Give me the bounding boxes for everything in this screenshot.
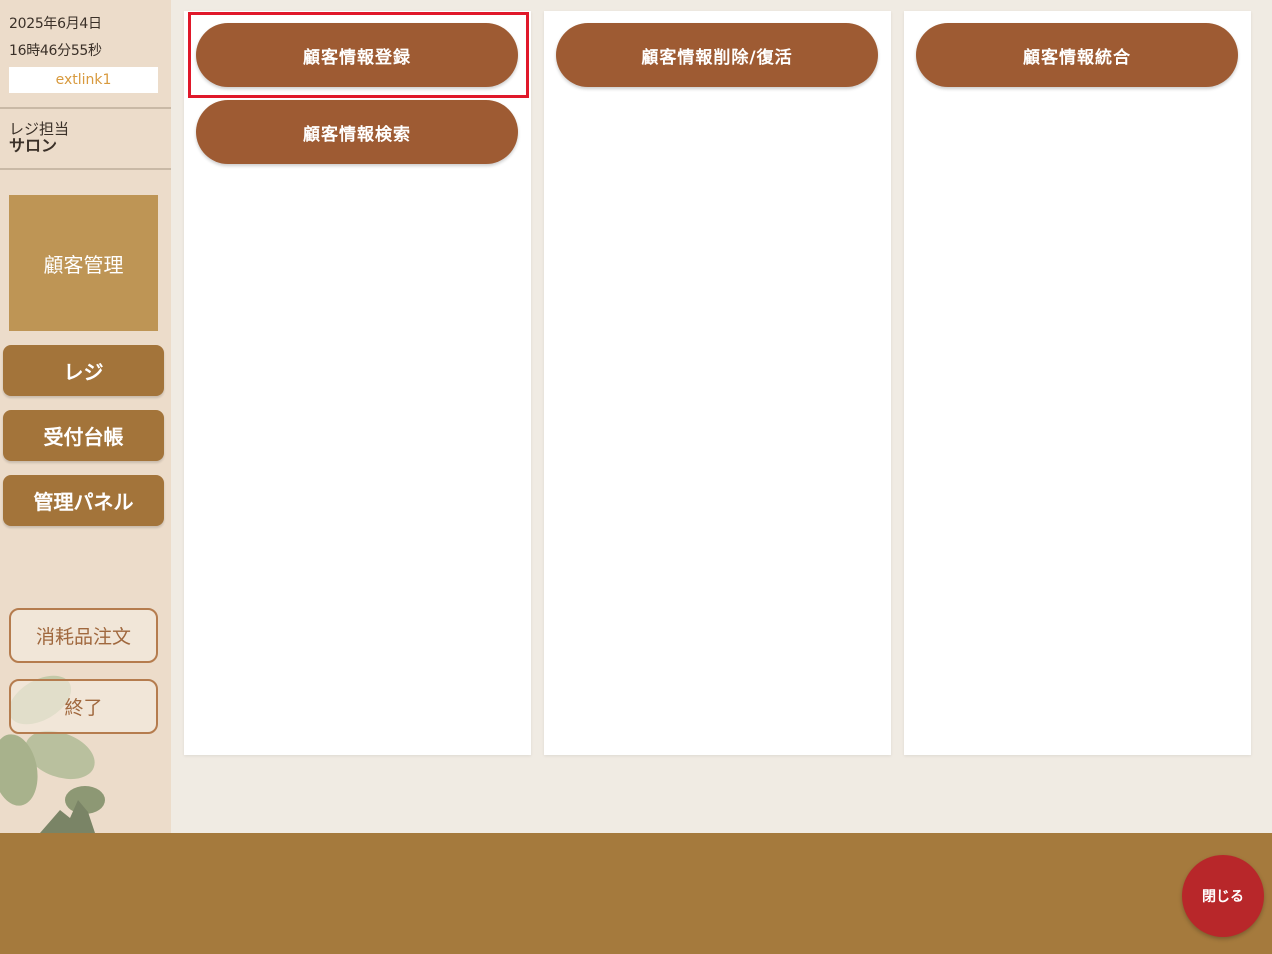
customer-delete-restore-button[interactable]: 顧客情報削除/復活	[556, 23, 878, 87]
panel-merge: 顧客情報統合	[904, 11, 1251, 755]
user-id-box: extlink1	[9, 67, 158, 93]
staff-label: レジ担当	[9, 120, 70, 138]
customer-search-button[interactable]: 顧客情報検索	[196, 100, 518, 164]
current-date: 2025年6月4日	[9, 16, 102, 32]
customer-merge-button[interactable]: 顧客情報統合	[916, 23, 1238, 87]
panel-delete-restore: 顧客情報削除/復活	[544, 11, 891, 755]
nav-reception-ledger-button[interactable]: 受付台帳	[3, 410, 164, 461]
panel-register: 顧客情報登録 顧客情報検索	[184, 11, 531, 755]
nav-register-button[interactable]: レジ	[3, 345, 164, 396]
nav-customer-management[interactable]: 顧客管理	[9, 195, 158, 331]
staff-name: サロン	[9, 136, 58, 155]
customer-register-button[interactable]: 顧客情報登録	[196, 23, 518, 87]
app-root: 2025年6月4日 16時46分55秒 extlink1 レジ担当 サロン 顧客…	[0, 0, 1272, 954]
supply-order-button[interactable]: 消耗品注文	[9, 608, 158, 663]
sidebar: 2025年6月4日 16時46分55秒 extlink1 レジ担当 サロン 顧客…	[0, 0, 171, 833]
current-time: 16時46分55秒	[9, 43, 102, 59]
divider	[0, 107, 171, 109]
close-button[interactable]: 閉じる	[1182, 855, 1264, 937]
footer-bar	[0, 833, 1272, 954]
exit-button[interactable]: 終了	[9, 679, 158, 734]
divider	[0, 168, 171, 170]
nav-admin-panel-button[interactable]: 管理パネル	[3, 475, 164, 526]
